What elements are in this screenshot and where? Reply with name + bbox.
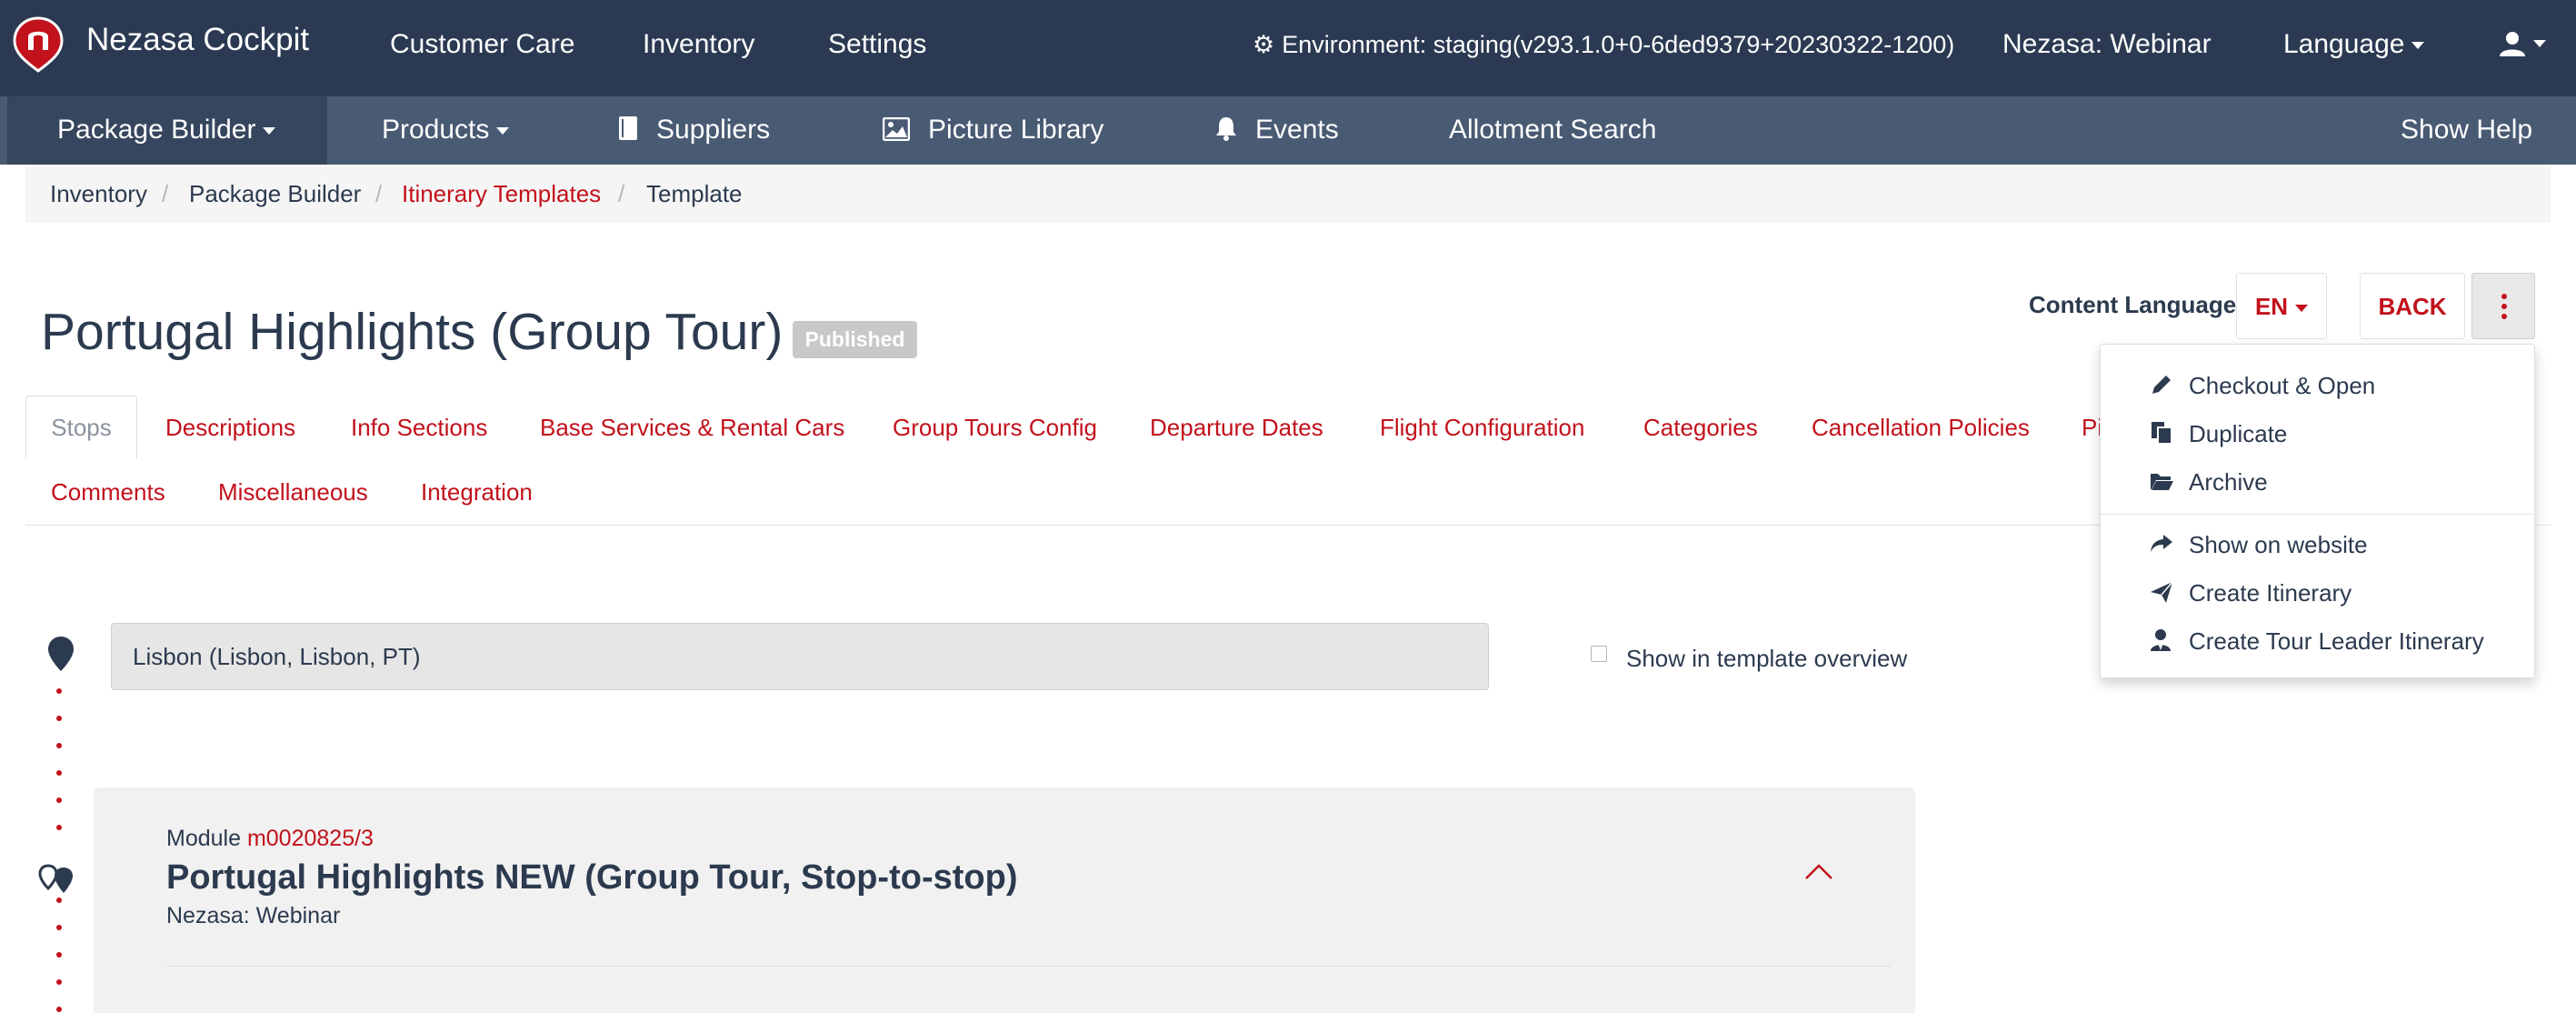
show-in-overview-checkbox[interactable] bbox=[1591, 646, 1607, 662]
stop-location-field[interactable]: Lisbon (Lisbon, Lisbon, PT) bbox=[111, 623, 1489, 690]
map-pin-icon bbox=[48, 637, 74, 671]
picture-icon bbox=[883, 117, 910, 141]
nezasa-logo-icon[interactable] bbox=[13, 16, 64, 73]
paper-plane-icon bbox=[2151, 581, 2173, 603]
breadcrumb: Inventory / Package Builder / Itinerary … bbox=[25, 165, 2551, 223]
tab-departure-dates[interactable]: Departure Dates bbox=[1150, 414, 1323, 442]
breadcrumb-separator: / bbox=[375, 180, 383, 207]
menu-show-on-website-label: Show on website bbox=[2189, 531, 2368, 558]
environment-info: ⚙ Environment: staging(v293.1.0+0-6ded937… bbox=[1253, 31, 1954, 59]
subnav-allotment-search[interactable]: Allotment Search bbox=[1449, 115, 1656, 145]
copy-icon bbox=[2152, 422, 2172, 445]
subnav-package-builder[interactable]: Package Builder bbox=[57, 115, 276, 145]
subnav-picture-library-label: Picture Library bbox=[928, 115, 1104, 145]
chevron-down-icon bbox=[2411, 42, 2425, 50]
book-icon bbox=[619, 116, 637, 140]
module-card: Module m0020825/3 Portugal Highlights NE… bbox=[94, 787, 1915, 1013]
nav-settings[interactable]: Settings bbox=[828, 29, 926, 60]
chevron-down-icon bbox=[2295, 305, 2309, 313]
menu-divider bbox=[2101, 514, 2534, 515]
top-navbar: Nezasa Cockpit Customer Care Inventory S… bbox=[0, 0, 2576, 96]
show-help-link[interactable]: Show Help bbox=[2401, 115, 2532, 145]
chevron-down-icon bbox=[496, 127, 510, 135]
subnav-events[interactable]: Events bbox=[1215, 115, 1339, 145]
breadcrumb-package-builder[interactable]: Package Builder bbox=[189, 180, 361, 208]
timeline-connector bbox=[56, 688, 62, 1013]
show-in-overview-label: Show in template overview bbox=[1626, 645, 1908, 672]
breadcrumb-inventory[interactable]: Inventory bbox=[50, 180, 147, 208]
module-divider bbox=[166, 966, 1891, 967]
tab-cancellation-policies[interactable]: Cancellation Policies bbox=[1812, 414, 2030, 442]
menu-create-tour-leader-itinerary-label: Create Tour Leader Itinerary bbox=[2189, 627, 2484, 655]
tab-flight-configuration[interactable]: Flight Configuration bbox=[1380, 414, 1584, 442]
breadcrumb-separator: / bbox=[162, 180, 169, 207]
subnav-suppliers[interactable]: Suppliers bbox=[618, 115, 770, 145]
workspace-selector[interactable]: Nezasa: Webinar bbox=[2002, 29, 2212, 60]
breadcrumb-itinerary-templates[interactable]: Itinerary Templates bbox=[402, 180, 601, 208]
content-language-value: EN bbox=[2254, 293, 2289, 320]
nav-customer-care[interactable]: Customer Care bbox=[390, 29, 574, 60]
subnav-package-builder-label: Package Builder bbox=[57, 115, 256, 145]
content-language-label: Content Language bbox=[2029, 291, 2237, 318]
menu-create-itinerary-label: Create Itinerary bbox=[2189, 579, 2352, 607]
chevron-down-icon bbox=[263, 127, 276, 135]
subnav-products[interactable]: Products bbox=[382, 115, 510, 145]
module-title: Portugal Highlights NEW (Group Tour, Sto… bbox=[166, 858, 1018, 897]
content-language-button[interactable]: EN bbox=[2236, 273, 2327, 339]
menu-create-tour-leader-itinerary[interactable]: Create Tour Leader Itinerary bbox=[2101, 618, 2536, 662]
module-prefix-label: Module bbox=[166, 826, 241, 851]
menu-checkout-open[interactable]: Checkout & Open bbox=[2101, 363, 2536, 406]
subnav-events-label: Events bbox=[1255, 115, 1339, 145]
tab-group-tours-config[interactable]: Group Tours Config bbox=[893, 414, 1097, 442]
subnav-suppliers-label: Suppliers bbox=[656, 115, 771, 145]
user-icon bbox=[2500, 32, 2525, 57]
tab-base-services[interactable]: Base Services & Rental Cars bbox=[540, 414, 844, 442]
module-id-link[interactable]: m0020825/3 bbox=[247, 826, 374, 851]
tab-info-sections[interactable]: Info Sections bbox=[351, 414, 487, 442]
menu-archive[interactable]: Archive bbox=[2101, 459, 2536, 503]
folder-open-icon bbox=[2151, 474, 2173, 490]
menu-duplicate[interactable]: Duplicate bbox=[2101, 411, 2536, 455]
more-actions-menu: Checkout & Open Duplicate Archive Show o… bbox=[2100, 344, 2535, 678]
subnav-picture-library[interactable]: Picture Library bbox=[883, 115, 1103, 145]
user-tie-icon bbox=[2151, 629, 2171, 651]
more-actions-button[interactable] bbox=[2471, 273, 2535, 339]
tab-integration[interactable]: Integration bbox=[421, 478, 533, 506]
chevron-down-icon bbox=[2533, 40, 2546, 48]
bell-icon bbox=[1216, 117, 1236, 141]
menu-show-on-website[interactable]: Show on website bbox=[2101, 522, 2536, 566]
menu-create-itinerary[interactable]: Create Itinerary bbox=[2101, 570, 2536, 614]
tab-categories[interactable]: Categories bbox=[1643, 414, 1758, 442]
menu-duplicate-label: Duplicate bbox=[2189, 420, 2288, 447]
breadcrumb-separator: / bbox=[618, 180, 625, 207]
kebab-icon bbox=[2501, 294, 2507, 319]
tab-descriptions[interactable]: Descriptions bbox=[165, 414, 295, 442]
share-arrow-icon bbox=[2151, 535, 2172, 552]
tab-miscellaneous[interactable]: Miscellaneous bbox=[218, 478, 368, 506]
nav-inventory[interactable]: Inventory bbox=[643, 29, 754, 60]
secondary-navbar: Package Builder Products Suppliers Pictu… bbox=[0, 96, 2576, 165]
breadcrumb-template: Template bbox=[646, 180, 743, 207]
tab-comments[interactable]: Comments bbox=[51, 478, 165, 506]
module-header: Module m0020825/3 bbox=[166, 826, 374, 852]
chevron-up-icon[interactable] bbox=[1802, 860, 1835, 882]
module-pins-icon bbox=[38, 864, 73, 893]
tab-stops[interactable]: Stops bbox=[25, 396, 137, 459]
pencil-icon bbox=[2152, 376, 2171, 394]
module-owner: Nezasa: Webinar bbox=[166, 903, 341, 928]
environment-text: Environment: staging(v293.1.0+0-6ded9379… bbox=[1282, 31, 1955, 58]
language-dropdown[interactable]: Language bbox=[2283, 29, 2425, 60]
page-title: Portugal Highlights (Group Tour) bbox=[41, 303, 784, 361]
language-label: Language bbox=[2283, 29, 2405, 59]
menu-archive-label: Archive bbox=[2189, 468, 2268, 496]
gear-icon: ⚙ bbox=[1253, 31, 1275, 58]
status-badge: Published bbox=[793, 321, 917, 358]
subnav-products-label: Products bbox=[382, 115, 490, 145]
app-brand[interactable]: Nezasa Cockpit bbox=[86, 22, 309, 58]
menu-checkout-open-label: Checkout & Open bbox=[2189, 372, 2376, 399]
user-menu[interactable] bbox=[2499, 27, 2546, 58]
back-button[interactable]: BACK bbox=[2360, 273, 2465, 339]
